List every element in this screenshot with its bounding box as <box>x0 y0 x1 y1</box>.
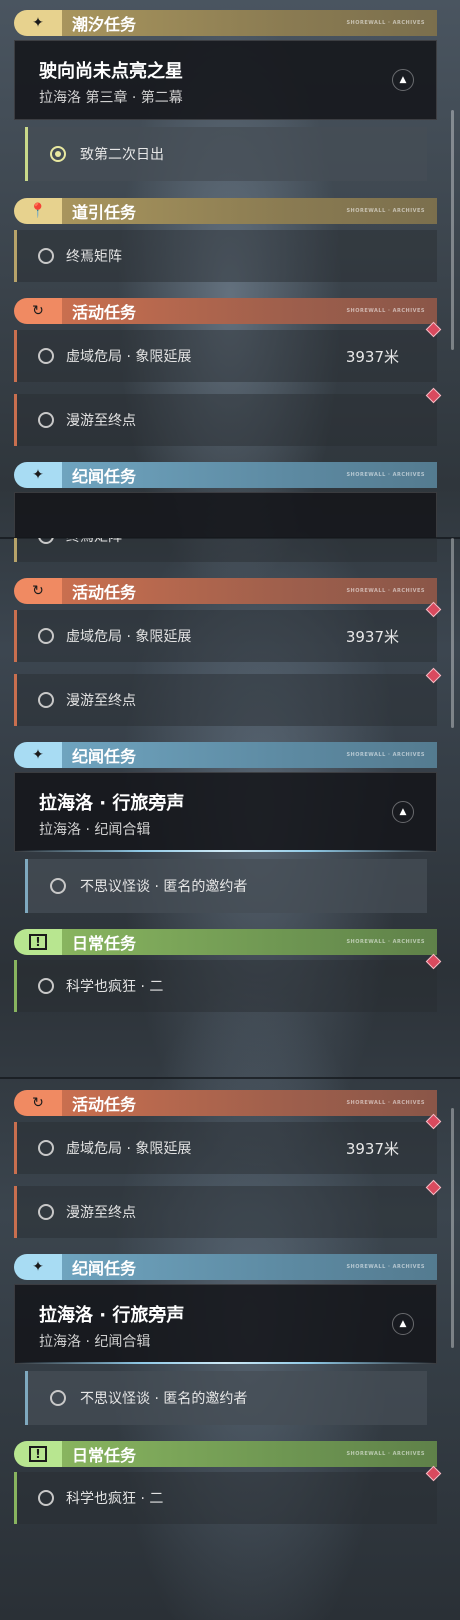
radio-icon[interactable] <box>38 248 54 264</box>
quest-name: 终焉矩阵 <box>66 538 122 546</box>
guide-quest-row[interactable]: 终焉矩阵 <box>14 230 437 282</box>
marker-diamond-icon <box>425 953 442 970</box>
scrollbar[interactable] <box>451 1108 454 1348</box>
event-quest-row[interactable]: 虚域危局 · 象限延展 3937米 <box>14 321 442 382</box>
quest-name: 终焉矩阵 <box>66 249 122 265</box>
category-header-chronicle[interactable]: ✦ 纪闻任务 SHOREWALL · ARCHIVES <box>14 1254 437 1280</box>
radio-icon[interactable] <box>38 628 54 644</box>
collapse-icon[interactable]: ▲ <box>392 69 414 91</box>
category-header-chronicle[interactable]: ✦ 纪闻任务 SHOREWALL · ARCHIVES <box>14 462 437 488</box>
marker-diamond-icon <box>425 601 442 618</box>
quest-title: 驶向尚未点亮之星 <box>39 61 183 82</box>
collapse-icon[interactable]: ▲ <box>392 801 414 823</box>
radio-icon[interactable] <box>38 412 54 428</box>
event-quest-row[interactable]: 虚域危局 · 象限延展 3937米 <box>14 1113 442 1174</box>
chronicle-objective-row[interactable]: 不思议怪谈 · 匿名的邀约者 <box>25 859 427 913</box>
event-quest-row[interactable]: 漫游至终点 <box>14 387 442 446</box>
chronicle-quest-card-partial[interactable] <box>14 492 437 538</box>
distance-label: 3937米 <box>345 1139 399 1158</box>
daily-quest-row[interactable]: 科学也疯狂 · 二 <box>14 1465 442 1524</box>
category-label: 纪闻任务 <box>72 1259 137 1278</box>
tide-objective-row[interactable]: 致第二次日出 <box>25 127 427 181</box>
objective-label: 不思议怪谈 · 匿名的邀约者 <box>80 1391 248 1407</box>
sparkle-icon: ✦ <box>14 462 62 488</box>
quest-subtitle: 拉海洛 · 纪闻合辑 <box>39 822 151 838</box>
quest-panel-view-2: 终焉矩阵 ↻ 活动任务SHOREWALL · ARCHIVES 虚域危局 · 象… <box>0 538 460 1078</box>
marker-diamond-icon <box>425 1465 442 1482</box>
distance-label: 3937米 <box>345 627 399 646</box>
tide-quest-card[interactable]: 驶向尚未点亮之星 拉海洛 第三章 · 第二幕 ▲ <box>14 40 437 120</box>
category-label: 纪闻任务 <box>72 467 137 486</box>
quest-panel-view-1: ✦ 潮汐任务 SHOREWALL · ARCHIVES 驶向尚未点亮之星 拉海洛 … <box>0 0 460 538</box>
category-label: 道引任务 <box>72 203 137 222</box>
quest-title: 拉海洛 · 行旅旁声 <box>39 1305 185 1326</box>
quest-name: 虚域危局 · 象限延展 <box>66 1141 192 1157</box>
refresh-icon: ↻ <box>14 1090 62 1116</box>
category-header-event[interactable]: ↻ 活动任务 SHOREWALL · ARCHIVES <box>14 578 437 604</box>
quest-subtitle: 拉海洛 第三章 · 第二幕 <box>39 90 183 106</box>
category-label: 活动任务 <box>72 583 137 602</box>
category-label: 日常任务 <box>72 934 137 953</box>
objective-label: 不思议怪谈 · 匿名的邀约者 <box>80 879 248 895</box>
distance-label: 3937米 <box>345 347 399 366</box>
refresh-icon: ↻ <box>14 578 62 604</box>
daily-quest-row[interactable]: 科学也疯狂 · 二 <box>14 953 442 1012</box>
category-header-event[interactable]: ↻ 活动任务 SHOREWALL · ARCHIVES <box>14 298 437 324</box>
chronicle-quest-card[interactable]: 拉海洛 · 行旅旁声 拉海洛 · 纪闻合辑 ▲ <box>14 772 437 852</box>
quest-name: 科学也疯狂 · 二 <box>66 1491 164 1507</box>
radio-icon[interactable] <box>38 1490 54 1506</box>
chronicle-quest-card[interactable]: 拉海洛 · 行旅旁声 拉海洛 · 纪闻合辑 ▲ <box>14 1284 437 1364</box>
radio-icon[interactable] <box>38 538 54 544</box>
quest-name: 虚域危局 · 象限延展 <box>66 629 192 645</box>
marker-diamond-icon <box>425 667 442 684</box>
category-label: 活动任务 <box>72 1095 137 1114</box>
quest-name: 漫游至终点 <box>66 413 136 429</box>
collapse-icon[interactable]: ▲ <box>392 1313 414 1335</box>
sparkle-icon: ✦ <box>14 10 62 36</box>
refresh-icon: ↻ <box>14 298 62 324</box>
tracked-radio-icon[interactable] <box>50 146 66 162</box>
exclamation-icon: ! <box>14 1441 62 1467</box>
category-header-daily[interactable]: ! 日常任务 SHOREWALL · ARCHIVES <box>14 1441 437 1467</box>
event-quest-row[interactable]: 漫游至终点 <box>14 667 442 726</box>
radio-icon[interactable] <box>38 978 54 994</box>
marker-diamond-icon <box>425 1179 442 1196</box>
chronicle-objective-row[interactable]: 不思议怪谈 · 匿名的邀约者 <box>25 1371 427 1425</box>
quest-subtitle: 拉海洛 · 纪闻合辑 <box>39 1334 151 1350</box>
marker-diamond-icon <box>425 387 442 404</box>
map-pin-icon: 📍 <box>14 198 62 224</box>
quest-name: 虚域危局 · 象限延展 <box>66 349 192 365</box>
category-header-event[interactable]: ↻ 活动任务 SHOREWALL · ARCHIVES <box>14 1090 437 1116</box>
category-label: 纪闻任务 <box>72 747 137 766</box>
quest-name: 漫游至终点 <box>66 693 136 709</box>
category-label: 活动任务 <box>72 303 137 322</box>
marker-diamond-icon <box>425 321 442 338</box>
sparkle-icon: ✦ <box>14 1254 62 1280</box>
radio-icon[interactable] <box>50 1390 66 1406</box>
radio-icon[interactable] <box>38 692 54 708</box>
radio-icon[interactable] <box>38 1140 54 1156</box>
event-quest-row[interactable]: 虚域危局 · 象限延展 3937米 <box>14 601 442 662</box>
category-label: 日常任务 <box>72 1446 137 1465</box>
category-header-tide[interactable]: ✦ 潮汐任务 SHOREWALL · ARCHIVES <box>14 10 437 36</box>
scrollbar[interactable] <box>451 538 454 728</box>
category-header-chronicle[interactable]: ✦ 纪闻任务 SHOREWALL · ARCHIVES <box>14 742 437 768</box>
marker-diamond-icon <box>425 1113 442 1130</box>
quest-panel-view-3: ↻ 活动任务 SHOREWALL · ARCHIVES 虚域危局 · 象限延展 3… <box>0 1078 460 1620</box>
scrollbar[interactable] <box>451 110 454 350</box>
category-label: 潮汐任务 <box>72 15 137 34</box>
radio-icon[interactable] <box>38 348 54 364</box>
radio-icon[interactable] <box>50 878 66 894</box>
quest-name: 科学也疯狂 · 二 <box>66 979 164 995</box>
exclamation-icon: ! <box>14 929 62 955</box>
category-header-guide[interactable]: 📍 道引任务 SHOREWALL · ARCHIVES <box>14 198 437 224</box>
category-header-daily[interactable]: ! 日常任务 SHOREWALL · ARCHIVES <box>14 929 437 955</box>
objective-label: 致第二次日出 <box>80 147 164 163</box>
quest-title: 拉海洛 · 行旅旁声 <box>39 793 185 814</box>
guide-quest-row[interactable]: 终焉矩阵 <box>14 538 437 562</box>
sparkle-icon: ✦ <box>14 742 62 768</box>
radio-icon[interactable] <box>38 1204 54 1220</box>
event-quest-row[interactable]: 漫游至终点 <box>14 1179 442 1238</box>
quest-name: 漫游至终点 <box>66 1205 136 1221</box>
